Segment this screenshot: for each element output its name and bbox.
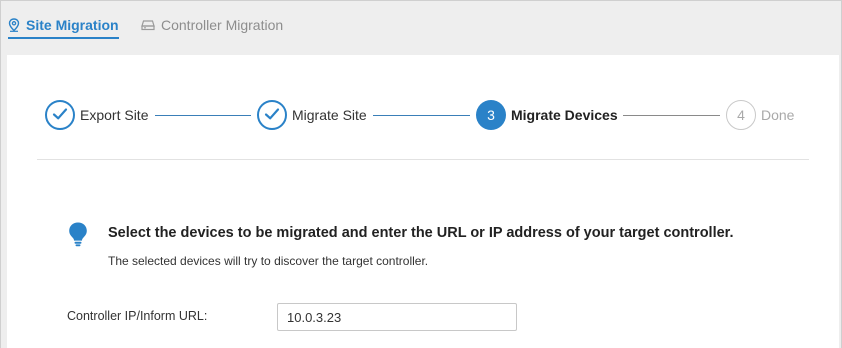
tab-controller-migration-label: Controller Migration <box>161 17 284 33</box>
controller-url-input[interactable] <box>277 303 517 331</box>
progress-stepper: Export Site Migrate Site 3 Migrate Devic… <box>7 55 839 161</box>
active-tab-indicator <box>8 37 119 39</box>
controller-device-icon <box>141 19 155 31</box>
step-3-label: Migrate Devices <box>511 107 618 123</box>
tab-bar: Site Migration Controller Migration <box>1 1 841 45</box>
step-1-label: Export Site <box>80 107 149 123</box>
migration-card: Export Site Migrate Site 3 Migrate Devic… <box>7 55 839 348</box>
step-connector-2 <box>373 115 470 116</box>
tab-site-migration[interactable]: Site Migration <box>8 13 119 39</box>
controller-url-label: Controller IP/Inform URL: <box>67 309 208 323</box>
tab-controller-migration[interactable]: Controller Migration <box>141 13 283 37</box>
check-icon <box>264 107 280 124</box>
check-icon <box>52 107 68 124</box>
instruction-subtitle: The selected devices will try to discove… <box>108 254 429 268</box>
lightbulb-icon <box>67 221 89 252</box>
step-3-indicator: 3 <box>476 100 506 130</box>
step-4-label: Done <box>761 107 795 123</box>
step-2-label: Migrate Site <box>292 107 367 123</box>
step-connector-3 <box>623 115 720 116</box>
location-pin-icon <box>8 18 20 32</box>
instruction-title: Select the devices to be migrated and en… <box>108 225 734 241</box>
step-1-indicator <box>45 100 75 130</box>
step-2-indicator <box>257 100 287 130</box>
step-connector-1 <box>155 115 251 116</box>
tab-site-migration-label: Site Migration <box>26 17 119 33</box>
step-3-number: 3 <box>487 107 495 123</box>
step-4-indicator: 4 <box>726 100 756 130</box>
step-4-number: 4 <box>737 107 745 123</box>
stepper-divider <box>37 159 809 160</box>
migration-window: Site Migration Controller Migration Expo… <box>0 0 842 348</box>
